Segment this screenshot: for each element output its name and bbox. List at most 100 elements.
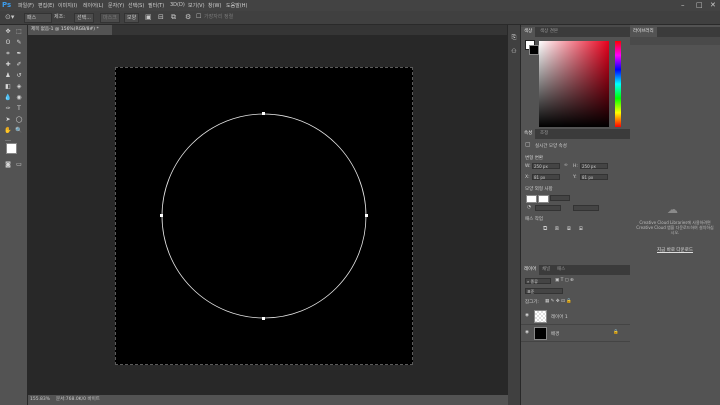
anchor-point-bottom[interactable] bbox=[262, 317, 265, 320]
intersect-shape-icon[interactable]: ⧇ bbox=[567, 225, 571, 233]
blend-mode-select[interactable]: 표준 bbox=[525, 288, 563, 294]
type-tool-icon[interactable]: T bbox=[14, 104, 24, 113]
quick-mask-icon[interactable]: ◙ bbox=[3, 160, 13, 169]
tab-adjustments[interactable]: 조정 bbox=[537, 129, 551, 139]
subtract-shape-icon[interactable]: ⧈ bbox=[555, 225, 559, 233]
menu-type[interactable]: 문자(Y) bbox=[108, 2, 124, 9]
path-select-tool-icon[interactable]: ➤ bbox=[3, 115, 13, 124]
pen-tool-icon[interactable]: ✑ bbox=[3, 104, 13, 113]
tab-paths[interactable]: 패스 bbox=[554, 265, 568, 275]
menu-help[interactable]: 도움말(H) bbox=[226, 2, 247, 9]
brush-tool-icon[interactable]: ✐ bbox=[14, 60, 24, 69]
blur-tool-icon[interactable]: 💧 bbox=[3, 93, 13, 102]
menu-select[interactable]: 선택(S) bbox=[128, 2, 144, 9]
healing-tool-icon[interactable]: ✚ bbox=[3, 60, 13, 69]
make-shape-button[interactable]: 모양 bbox=[124, 13, 140, 23]
ellipse-path[interactable] bbox=[115, 67, 413, 365]
filter-icons[interactable]: ▣ T ◻ ⊕ bbox=[555, 278, 574, 283]
eyedropper-tool-icon[interactable]: ✒ bbox=[14, 49, 24, 58]
history-brush-tool-icon[interactable]: ↺ bbox=[14, 71, 24, 80]
tab-swatches[interactable]: 색상 견본 bbox=[537, 27, 561, 37]
fill-swatch[interactable] bbox=[526, 195, 537, 203]
layer-thumbnail bbox=[534, 310, 547, 323]
width-field[interactable]: 250 px bbox=[532, 163, 560, 169]
link-icon[interactable]: ∞ bbox=[564, 163, 568, 168]
tab-color[interactable]: 색상 bbox=[521, 27, 536, 37]
menu-image[interactable]: 이미지(I) bbox=[58, 2, 77, 9]
stroke-width-field[interactable] bbox=[550, 195, 570, 201]
move-tool-icon[interactable]: ✥ bbox=[3, 27, 13, 36]
anchor-point-top[interactable] bbox=[262, 112, 265, 115]
stamp-tool-icon[interactable]: ♟ bbox=[3, 71, 13, 80]
restore-button[interactable]: □ bbox=[696, 1, 703, 9]
library-select[interactable] bbox=[630, 37, 720, 45]
make-mask-button[interactable]: 마스크 bbox=[100, 13, 120, 23]
close-button[interactable]: ✕ bbox=[710, 1, 716, 9]
circle-path[interactable] bbox=[161, 113, 367, 319]
document-tab[interactable]: 제목 없음-1 @ 156%(RGB/8#) * bbox=[28, 25, 112, 35]
zoom-level[interactable]: 155.83% bbox=[30, 395, 50, 405]
tab-channels[interactable]: 채널 bbox=[539, 265, 553, 275]
path-arrangement-icon[interactable]: ⧉ bbox=[171, 13, 176, 21]
tool-mode-select[interactable]: 패스 bbox=[24, 13, 52, 23]
tab-layers[interactable]: 레이어 bbox=[521, 265, 540, 275]
layer-kind-filter[interactable]: ⌕ 종류 bbox=[525, 278, 551, 284]
quick-select-tool-icon[interactable]: ✎ bbox=[14, 38, 24, 47]
make-selection-button[interactable]: 선택... bbox=[74, 13, 94, 23]
lock-label: 잠그기: bbox=[525, 300, 539, 305]
pen-tool-icon[interactable]: ⊙▾ bbox=[5, 13, 14, 21]
lock-icons[interactable]: ▦ ✎ ✥ ⊡ 🔒 bbox=[545, 299, 572, 304]
anchor-point-left[interactable] bbox=[160, 214, 163, 217]
layer-row-2[interactable]: ◉ 배경 🔒 bbox=[521, 325, 630, 342]
background-swatch[interactable] bbox=[529, 45, 539, 55]
y-field[interactable]: 81 px bbox=[580, 174, 608, 180]
gear-icon[interactable]: ⚙ bbox=[185, 13, 191, 21]
path-alignment-icon[interactable]: ⊟ bbox=[158, 13, 164, 21]
menu-file[interactable]: 파일(F) bbox=[18, 2, 34, 9]
foreground-color-swatch[interactable] bbox=[6, 143, 17, 154]
character-icon[interactable]: ⚇ bbox=[509, 47, 519, 56]
zoom-tool-icon[interactable]: 🔍 bbox=[14, 126, 24, 135]
x-field[interactable]: 81 px bbox=[532, 174, 560, 180]
eraser-tool-icon[interactable]: ◧ bbox=[3, 82, 13, 91]
menu-view[interactable]: 보기(V) bbox=[188, 2, 205, 9]
layer-row-1[interactable]: ◉ 레이어 1 bbox=[521, 308, 630, 325]
hand-tool-icon[interactable]: ✋ bbox=[3, 126, 13, 135]
lasso-tool-icon[interactable]: ʘ bbox=[3, 38, 13, 47]
w-label: W: bbox=[525, 164, 531, 169]
tab-properties[interactable]: 속성 bbox=[521, 129, 536, 139]
gradient-tool-icon[interactable]: ◈ bbox=[14, 82, 24, 91]
align-edges-checkbox[interactable]: ☐ bbox=[196, 13, 201, 21]
screen-mode-icon[interactable]: ▭ bbox=[14, 160, 24, 169]
stroke-swatch[interactable] bbox=[538, 195, 549, 203]
height-field[interactable]: 250 px bbox=[580, 163, 608, 169]
minimize-button[interactable]: – bbox=[681, 1, 685, 9]
dodge-tool-icon[interactable]: ◉ bbox=[14, 93, 24, 102]
download-link[interactable]: 지금 바로 다운로드 bbox=[636, 247, 714, 253]
menu-layer[interactable]: 레이어(L) bbox=[83, 2, 104, 9]
corner-field-2[interactable] bbox=[573, 205, 599, 211]
hue-slider[interactable] bbox=[615, 41, 621, 127]
combine-shapes-icon[interactable]: ⧉ bbox=[543, 225, 547, 233]
menu-filter[interactable]: 필터(T) bbox=[148, 2, 164, 9]
color-picker-field[interactable] bbox=[539, 41, 609, 127]
path-operations-icon[interactable]: ▣ bbox=[145, 13, 152, 21]
layers-panel: ⌕ 종류 ▣ T ◻ ⊕ 표준 잠그기: ▦ ✎ ✥ ⊡ 🔒 ◉ 레이어 1 ◉… bbox=[521, 275, 630, 405]
document-info: 문서:768.0K/0 바이트 bbox=[56, 397, 100, 402]
options-bar: ⊙▾ 패스 제조: 선택... 마스크 모양 ▣ ⊟ ⧉ ⚙ ☐ 가장자리 정렬 bbox=[0, 11, 720, 25]
eye-icon[interactable]: ◉ bbox=[525, 313, 529, 318]
anchor-point-right[interactable] bbox=[365, 214, 368, 217]
corner-radius-icon[interactable]: ◔ bbox=[527, 205, 531, 210]
ellipse-tool-icon[interactable]: ◯ bbox=[14, 115, 24, 124]
crop-tool-icon[interactable]: ⌗ bbox=[3, 49, 13, 58]
tab-libraries[interactable]: 라이브러리 bbox=[630, 27, 657, 37]
corner-field-1[interactable] bbox=[535, 205, 561, 211]
history-icon[interactable]: ⎘ bbox=[509, 33, 519, 42]
menu-edit[interactable]: 편집(E) bbox=[38, 2, 54, 9]
color-panel bbox=[521, 37, 630, 129]
marquee-tool-icon[interactable]: ⬚ bbox=[14, 27, 24, 36]
menu-3d[interactable]: 3D(D) bbox=[170, 2, 185, 8]
eye-icon[interactable]: ◉ bbox=[525, 330, 529, 335]
menu-window[interactable]: 창(W) bbox=[208, 2, 221, 9]
exclude-shape-icon[interactable]: ⧆ bbox=[579, 225, 583, 233]
